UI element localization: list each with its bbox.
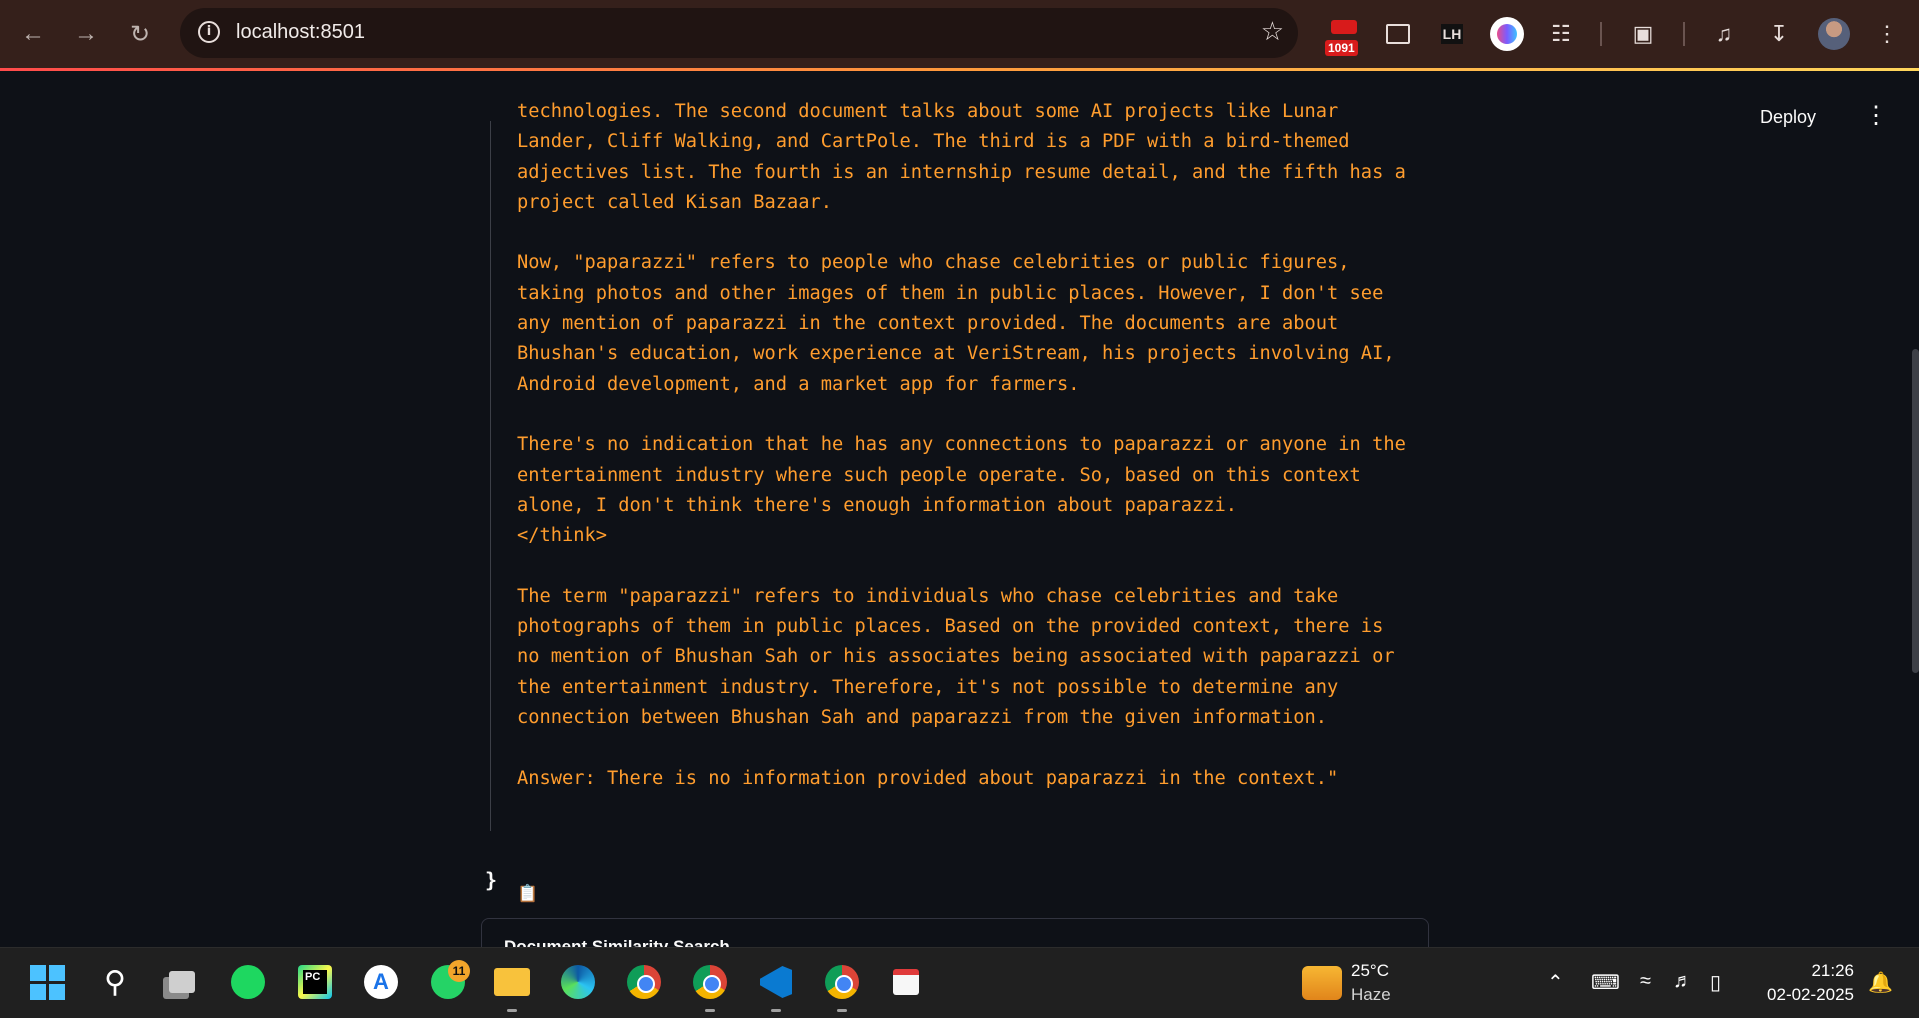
running-indicator (771, 1009, 781, 1012)
running-indicator (837, 1009, 847, 1012)
spotify-icon[interactable] (228, 962, 268, 1002)
json-response-block: technologies. The second document talks … (490, 101, 1420, 904)
extension-badge: 1091 (1325, 40, 1358, 56)
app-a-icon[interactable]: A (361, 962, 401, 1002)
browser-toolbar: ← → ↻ i localhost:8501 ☆ 1091 LH ☷ ▣ ♫ ↧… (0, 0, 1919, 68)
bookmark-star-icon[interactable]: ☆ (1261, 16, 1284, 47)
reload-icon[interactable]: ↻ (121, 15, 159, 53)
file-explorer-icon[interactable] (492, 962, 532, 1002)
chevron-up-icon[interactable]: ⌃ (1547, 970, 1564, 995)
screenshot-lens-icon[interactable]: ▣ (1623, 14, 1663, 54)
chrome-icon[interactable] (624, 962, 664, 1002)
weather-description[interactable]: Haze (1351, 985, 1391, 1005)
copy-icon[interactable]: 📋 (517, 884, 538, 904)
profile-avatar[interactable] (1818, 18, 1850, 50)
browser-menu-icon[interactable]: ⋮ (1867, 14, 1907, 54)
expander-label[interactable]: Document Similarity Search (504, 937, 730, 947)
extensions-puzzle-icon[interactable]: ☷ (1541, 14, 1581, 54)
toolbar-separator (1600, 22, 1602, 46)
whatsapp-badge: 11 (448, 960, 470, 982)
search-icon[interactable]: ⚲ (95, 962, 135, 1002)
json-indent-guide (490, 121, 491, 831)
running-indicator (507, 1009, 517, 1012)
running-indicator (705, 1009, 715, 1012)
download-icon[interactable]: ↧ (1759, 14, 1799, 54)
weather-temperature[interactable]: 25°C (1351, 961, 1389, 981)
main-menu-icon[interactable]: ⋮ (1864, 104, 1888, 128)
task-view-icon[interactable] (162, 962, 202, 1002)
chrome-profile-2-icon[interactable] (822, 962, 862, 1002)
battery-icon[interactable]: ▯ (1710, 970, 1721, 995)
back-icon[interactable]: ← (14, 15, 52, 53)
document-similarity-expander[interactable]: Document Similarity Search ⌄ (481, 918, 1429, 947)
response-text: technologies. The second document talks … (517, 101, 1406, 789)
forward-icon[interactable]: → (67, 15, 105, 53)
windows-start-icon[interactable] (27, 962, 67, 1002)
clock-date[interactable]: 02-02-2025 (1761, 985, 1854, 1005)
snipping-tool-icon[interactable] (886, 962, 926, 1002)
windows-taskbar: ⚲ PC A 11 25°C Haze ⌃ ⌨ ≈ ♬ ▯ 21:26 02-0… (0, 947, 1919, 1018)
address-url[interactable]: localhost:8501 (236, 21, 365, 44)
notification-bell-icon[interactable]: 🔔 (1868, 970, 1893, 995)
scrollbar-thumb[interactable] (1912, 349, 1919, 673)
edge-icon[interactable] (558, 962, 598, 1002)
vscode-icon[interactable] (756, 962, 796, 1002)
picture-in-picture-icon[interactable] (1378, 14, 1418, 54)
wifi-icon[interactable]: ≈ (1640, 970, 1651, 993)
toolbar-separator (1683, 22, 1685, 46)
json-closing-brace: } (485, 868, 498, 892)
streamlit-app: Deploy ⋮ technologies. The second docume… (0, 71, 1919, 947)
address-bar[interactable]: i localhost:8501 ☆ (180, 8, 1298, 58)
media-queue-icon[interactable]: ♫ (1704, 14, 1744, 54)
pycharm-icon[interactable]: PC (295, 962, 335, 1002)
volume-icon[interactable]: ♬ (1673, 970, 1693, 993)
keyboard-icon[interactable]: ⌨ (1591, 970, 1620, 995)
brain-extension-icon[interactable] (1487, 14, 1527, 54)
weather-haze-icon[interactable] (1302, 966, 1342, 1000)
deploy-button[interactable]: Deploy (1760, 107, 1816, 128)
chrome-profile-icon[interactable] (690, 962, 730, 1002)
chevron-down-icon[interactable]: ⌄ (1385, 933, 1402, 947)
site-info-icon[interactable]: i (198, 21, 220, 43)
lighthouse-extension-icon[interactable]: LH (1432, 14, 1472, 54)
clock-time[interactable]: 21:26 (1810, 961, 1854, 981)
